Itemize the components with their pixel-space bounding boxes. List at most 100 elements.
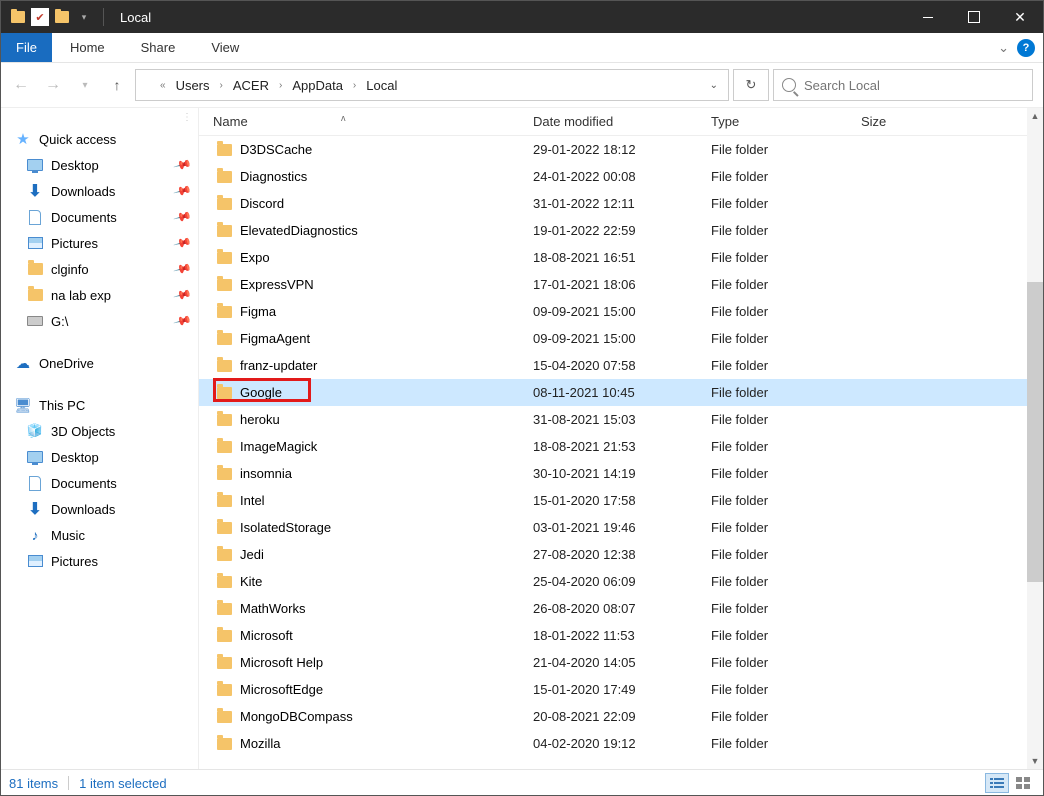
search-input[interactable] (804, 78, 1024, 93)
table-row[interactable]: IsolatedStorage03-01-2021 19:46File fold… (199, 514, 1043, 541)
table-row[interactable]: ExpressVPN17-01-2021 18:06File folder (199, 271, 1043, 298)
pin-icon: 📌 (173, 285, 193, 305)
sidebar-item[interactable]: Documents (1, 470, 198, 496)
column-name[interactable]: ʌ Name (213, 114, 533, 129)
sidebar-quick-access[interactable]: ★ Quick access (1, 126, 198, 152)
chevron-right-icon[interactable]: « (158, 80, 168, 91)
sidebar-item[interactable]: ⬇Downloads (1, 496, 198, 522)
folder-icon (217, 711, 232, 723)
table-row[interactable]: Google08-11-2021 10:45File folder (199, 379, 1043, 406)
tab-share[interactable]: Share (123, 34, 194, 61)
sidebar-onedrive[interactable]: ☁ OneDrive (1, 350, 198, 376)
qat-dropdown-icon[interactable]: ▾ (75, 8, 93, 26)
drive-icon (27, 313, 43, 329)
search-box[interactable] (773, 69, 1033, 101)
file-date: 17-01-2021 18:06 (533, 277, 711, 292)
navigation-pane[interactable]: ⋮ ★ Quick access Desktop📌⬇Downloads📌Docu… (1, 108, 199, 769)
back-button[interactable]: ← (7, 71, 35, 99)
sidebar-item[interactable]: Pictures📌 (1, 230, 198, 256)
table-row[interactable]: MathWorks26-08-2020 08:07File folder (199, 595, 1043, 622)
table-row[interactable]: insomnia30-10-2021 14:19File folder (199, 460, 1043, 487)
sidebar-this-pc[interactable]: 🖥 This PC (1, 392, 198, 418)
table-row[interactable]: Expo18-08-2021 16:51File folder (199, 244, 1043, 271)
folder-icon (217, 495, 232, 507)
sidebar-item[interactable]: ♪Music (1, 522, 198, 548)
chevron-right-icon[interactable]: › (277, 80, 284, 91)
sidebar-item[interactable]: ⬇Downloads📌 (1, 178, 198, 204)
file-pane[interactable]: ʌ Name Date modified Type Size D3DSCache… (199, 108, 1043, 769)
column-size[interactable]: Size (861, 114, 961, 129)
sidebar-item[interactable]: Desktop (1, 444, 198, 470)
file-type: File folder (711, 628, 861, 643)
crumb-local[interactable]: Local (360, 76, 403, 95)
collapse-ribbon-icon[interactable]: ⌄ (990, 40, 1017, 56)
qat-checkbox-icon[interactable]: ✔ (31, 8, 49, 26)
table-row[interactable]: MongoDBCompass20-08-2021 22:09File folde… (199, 703, 1043, 730)
table-row[interactable]: Mozilla04-02-2020 19:12File folder (199, 730, 1043, 757)
refresh-button[interactable]: ↻ (733, 69, 769, 101)
table-row[interactable]: Figma09-09-2021 15:00File folder (199, 298, 1043, 325)
table-row[interactable]: Microsoft Help21-04-2020 14:05File folde… (199, 649, 1043, 676)
sidebar-item[interactable]: na lab exp📌 (1, 282, 198, 308)
table-row[interactable]: MicrosoftEdge15-01-2020 17:49File folder (199, 676, 1043, 703)
close-button[interactable]: ✕ (997, 1, 1043, 33)
minimize-button[interactable] (905, 1, 951, 33)
scroll-up-icon[interactable]: ▲ (1027, 108, 1043, 124)
file-name: Intel (240, 493, 265, 508)
tab-home[interactable]: Home (52, 34, 123, 61)
crumb-acer[interactable]: ACER (227, 76, 275, 95)
column-type[interactable]: Type (711, 114, 861, 129)
table-row[interactable]: ImageMagick18-08-2021 21:53File folder (199, 433, 1043, 460)
sidebar-item[interactable]: Documents📌 (1, 204, 198, 230)
file-date: 30-10-2021 14:19 (533, 466, 711, 481)
file-name: ImageMagick (240, 439, 317, 454)
sidebar-item[interactable]: Desktop📌 (1, 152, 198, 178)
address-bar[interactable]: « Users › ACER › AppData › Local ⌄ (135, 69, 729, 101)
crumb-appdata[interactable]: AppData (286, 76, 349, 95)
crumb-users[interactable]: Users (170, 76, 216, 95)
file-list[interactable]: D3DSCache29-01-2022 18:12File folderDiag… (199, 136, 1043, 769)
recent-dropdown-icon[interactable]: ▾ (71, 71, 99, 99)
column-date-modified[interactable]: Date modified (533, 114, 711, 129)
scrollbar-thumb[interactable] (1027, 282, 1043, 582)
table-row[interactable]: heroku31-08-2021 15:03File folder (199, 406, 1043, 433)
table-row[interactable]: franz-updater15-04-2020 07:58File folder (199, 352, 1043, 379)
picture-icon (27, 235, 43, 251)
table-row[interactable]: FigmaAgent09-09-2021 15:00File folder (199, 325, 1043, 352)
sidebar-item-label: Pictures (51, 236, 98, 251)
sidebar-grip-icon[interactable]: ⋮ (182, 112, 192, 123)
qat-folder-icon[interactable] (53, 8, 71, 26)
up-button[interactable]: ↑ (103, 71, 131, 99)
address-history-dropdown[interactable]: ⌄ (704, 80, 724, 91)
table-row[interactable]: Discord31-01-2022 12:11File folder (199, 190, 1043, 217)
sidebar-item-label: Desktop (51, 158, 99, 173)
file-tab[interactable]: File (1, 33, 52, 62)
table-row[interactable]: Kite25-04-2020 06:09File folder (199, 568, 1043, 595)
details-view-button[interactable] (985, 773, 1009, 793)
sidebar-item[interactable]: Pictures (1, 548, 198, 574)
table-row[interactable]: ElevatedDiagnostics19-01-2022 22:59File … (199, 217, 1043, 244)
title-bar: ✔ ▾ Local ✕ (1, 1, 1043, 33)
forward-button[interactable]: → (39, 71, 67, 99)
help-icon[interactable]: ? (1017, 39, 1035, 57)
scroll-down-icon[interactable]: ▼ (1027, 753, 1043, 769)
tab-view[interactable]: View (193, 34, 257, 61)
sidebar-item[interactable]: clginfo📌 (1, 256, 198, 282)
table-row[interactable]: Jedi27-08-2020 12:38File folder (199, 541, 1043, 568)
window-title: Local (120, 10, 151, 25)
folder-icon (217, 144, 232, 156)
sidebar-item[interactable]: G:\📌 (1, 308, 198, 334)
chevron-right-icon[interactable]: › (351, 80, 358, 91)
thumbnails-view-button[interactable] (1011, 773, 1035, 793)
table-row[interactable]: D3DSCache29-01-2022 18:12File folder (199, 136, 1043, 163)
maximize-button[interactable] (951, 1, 997, 33)
file-date: 24-01-2022 00:08 (533, 169, 711, 184)
sidebar-item[interactable]: 🧊3D Objects (1, 418, 198, 444)
file-type: File folder (711, 709, 861, 724)
table-row[interactable]: Intel15-01-2020 17:58File folder (199, 487, 1043, 514)
file-date: 08-11-2021 10:45 (533, 385, 711, 400)
table-row[interactable]: Microsoft18-01-2022 11:53File folder (199, 622, 1043, 649)
table-row[interactable]: Diagnostics24-01-2022 00:08File folder (199, 163, 1043, 190)
chevron-right-icon[interactable]: › (218, 80, 225, 91)
file-name: Figma (240, 304, 276, 319)
